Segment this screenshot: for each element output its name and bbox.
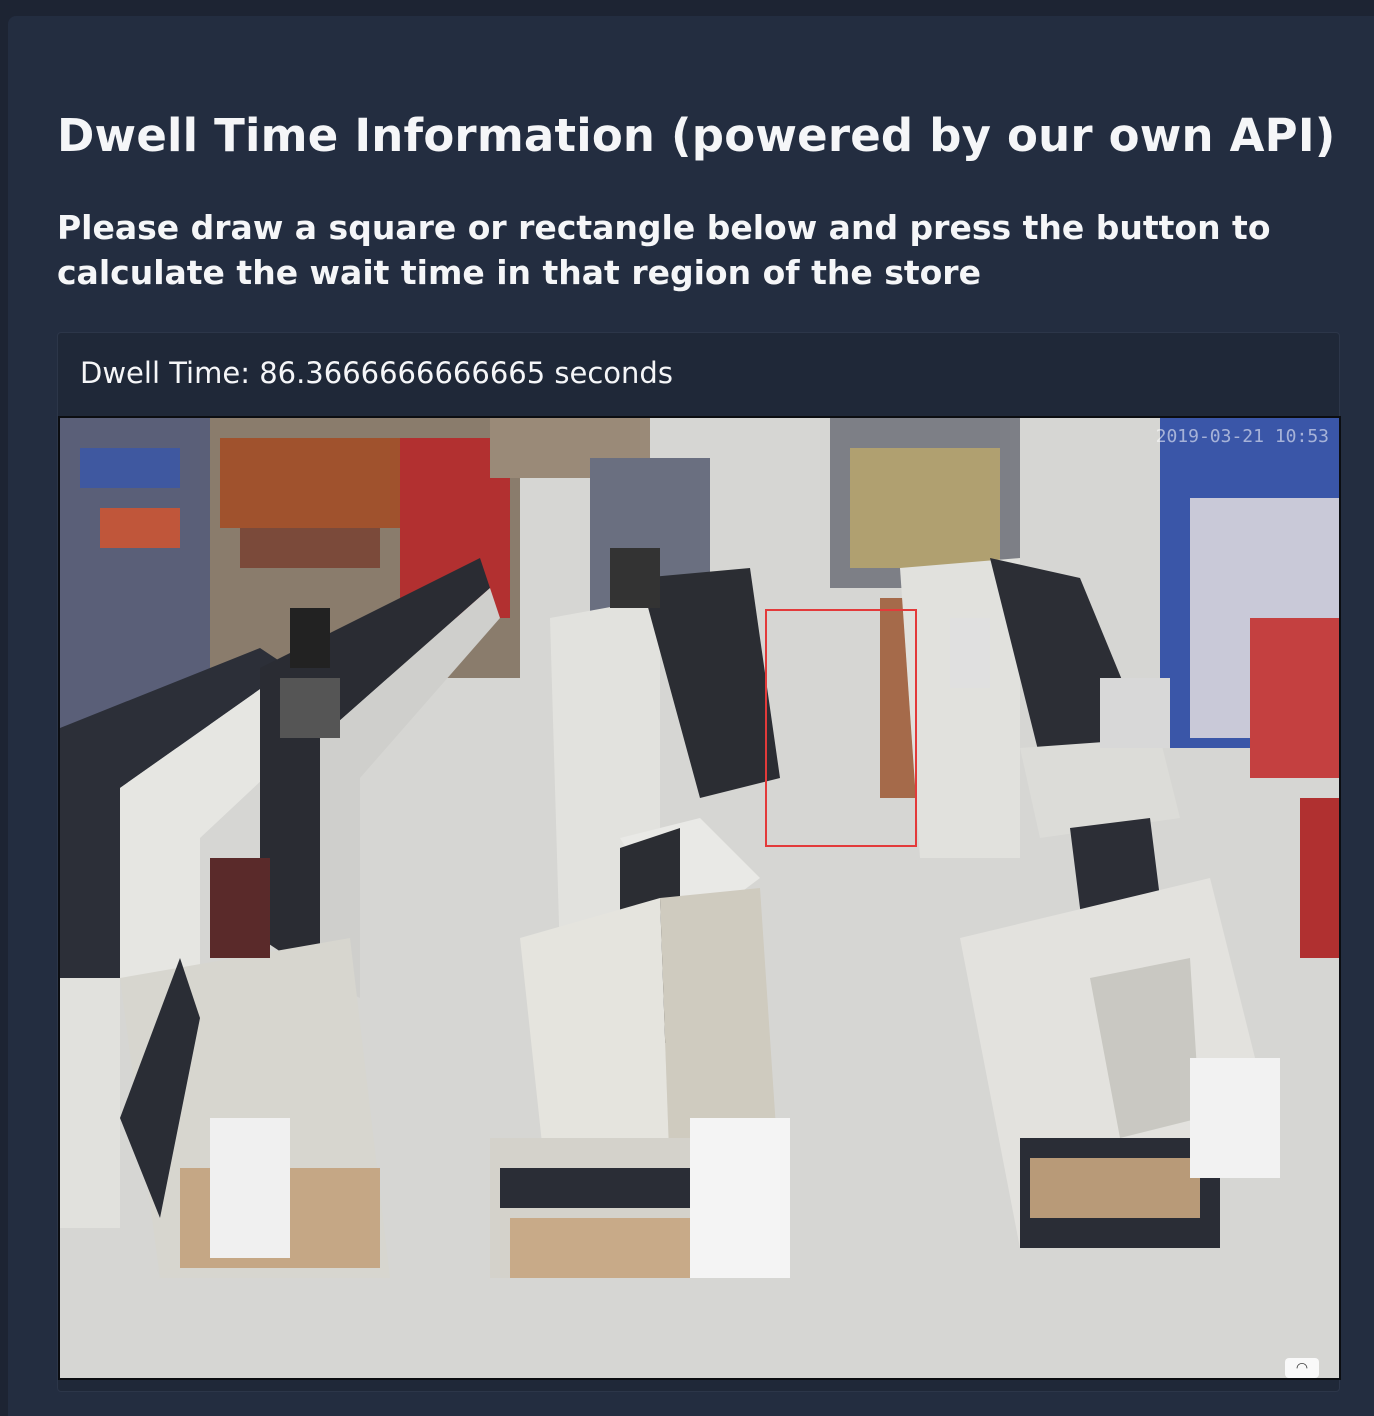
camera-logo-icon: ◠ bbox=[1285, 1358, 1319, 1378]
dwell-time-label: Dwell Time: bbox=[80, 356, 250, 390]
dwell-time-value: 86.3666666666665 bbox=[259, 356, 546, 390]
camera-drawing-canvas[interactable]: 2019-03-21 10:53 ◠ bbox=[58, 416, 1341, 1380]
dwell-time-result-box: Dwell Time: 86.3666666666665 seconds 201… bbox=[57, 332, 1341, 1392]
page-title: Dwell Time Information (powered by our o… bbox=[57, 109, 1336, 162]
camera-timestamp: 2019-03-21 10:53 bbox=[1155, 426, 1329, 447]
store-camera-image bbox=[60, 418, 1339, 1378]
instructions-text: Please draw a square or rectangle below … bbox=[57, 208, 1271, 292]
selection-rectangle[interactable] bbox=[765, 609, 917, 847]
dwell-time-readout: Dwell Time: 86.3666666666665 seconds bbox=[80, 353, 673, 393]
dwell-time-unit: seconds bbox=[554, 356, 673, 390]
